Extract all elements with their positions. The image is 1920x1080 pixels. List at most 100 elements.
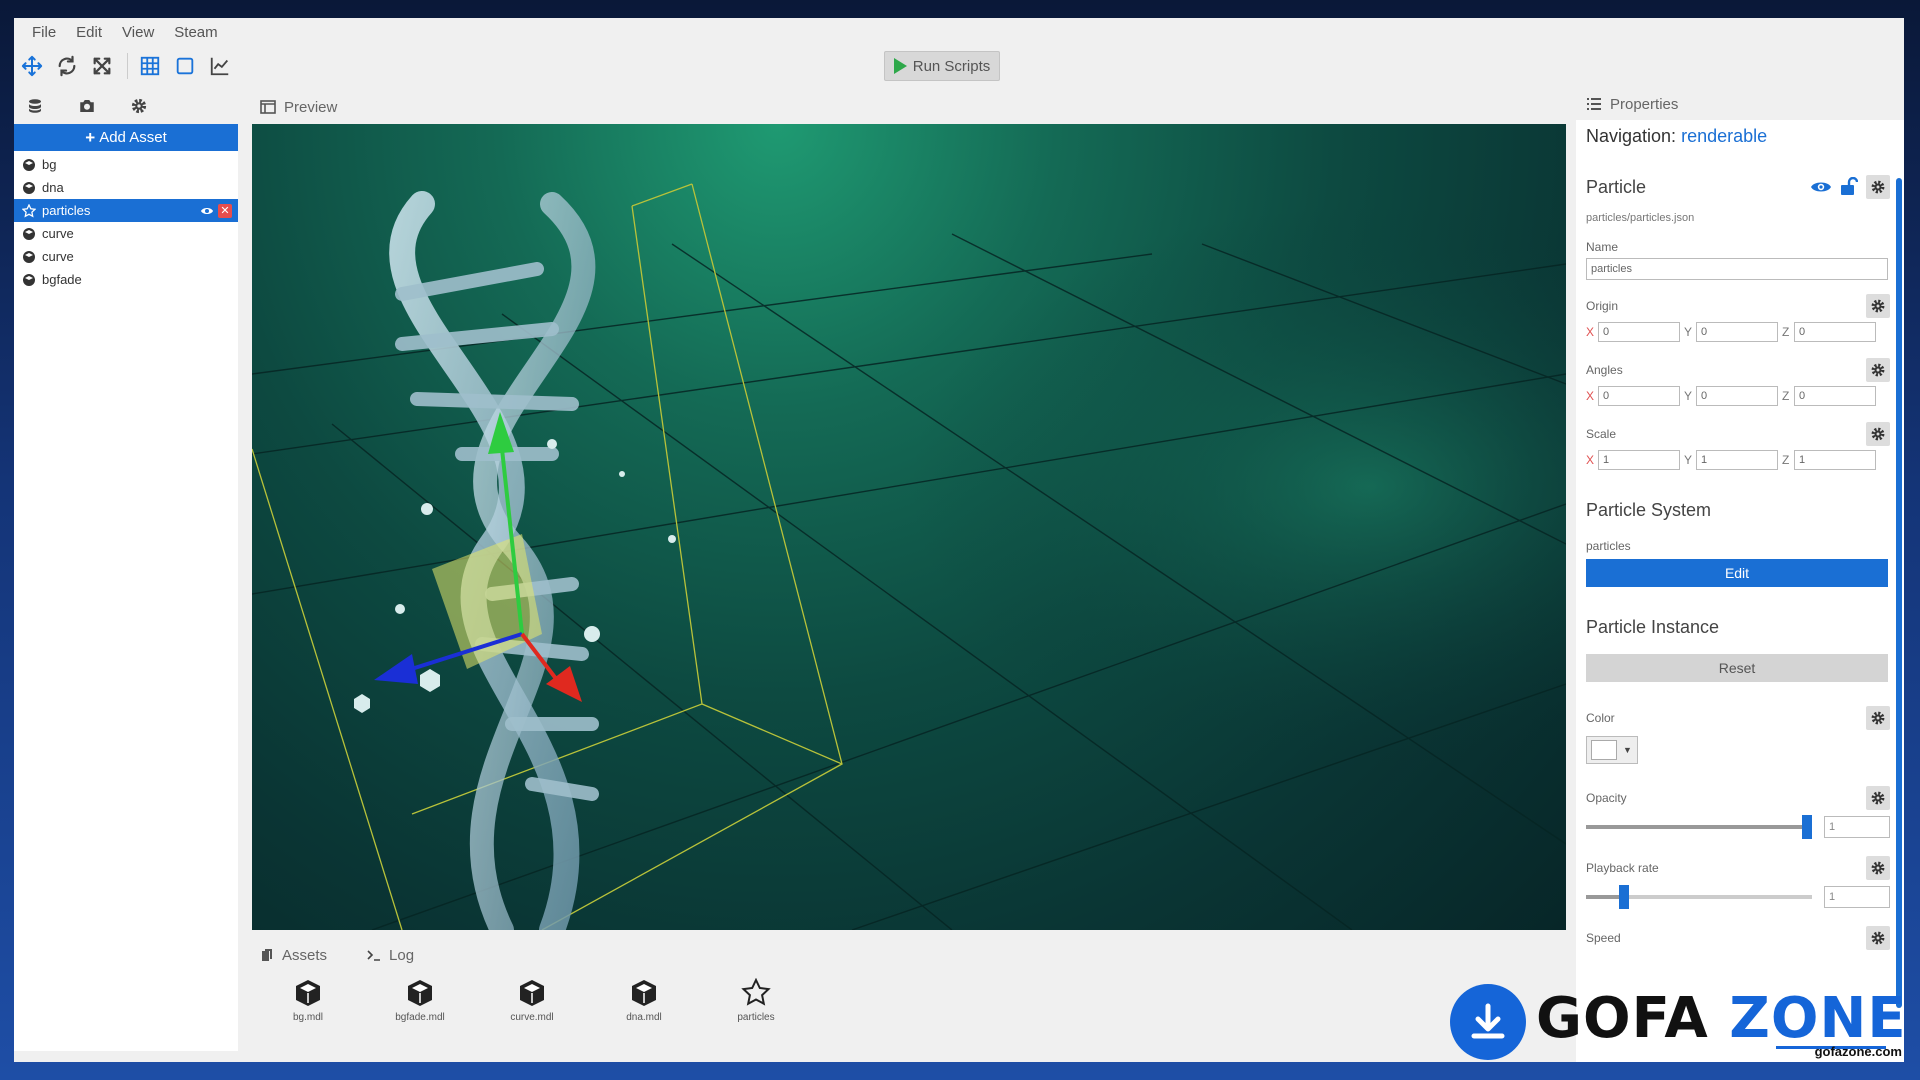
rotate-tool-button[interactable]	[51, 51, 83, 81]
graph-toggle-button[interactable]	[204, 51, 236, 81]
preview-tab-label: Preview	[284, 98, 338, 116]
scale-settings-button[interactable]	[1866, 422, 1890, 446]
list-item[interactable]: curve	[14, 222, 238, 245]
gear-icon	[1871, 931, 1885, 945]
origin-x-input[interactable]	[1598, 322, 1680, 342]
editor-window: File Edit View Steam Run Scripts + Add A…	[14, 18, 1904, 1062]
opacity-slider-thumb[interactable]	[1802, 815, 1813, 839]
eye-icon[interactable]	[200, 204, 214, 218]
angles-row: Angles	[1586, 358, 1890, 382]
axis-x-label: X	[1586, 325, 1595, 339]
angles-settings-button[interactable]	[1866, 358, 1890, 382]
tab-camera[interactable]	[72, 93, 102, 119]
box-icon	[176, 57, 194, 75]
list-item[interactable]: bg	[14, 153, 238, 176]
scale-tool-button[interactable]	[86, 51, 118, 81]
origin-z-input[interactable]	[1794, 322, 1876, 342]
playback-label: Playback rate	[1586, 861, 1659, 875]
list-item[interactable]: dna	[14, 176, 238, 199]
scale-inputs: X Y Z	[1586, 450, 1890, 470]
opacity-settings-button[interactable]	[1866, 786, 1890, 810]
asset-tile[interactable]: curve.mdl	[498, 978, 566, 1023]
remove-icon[interactable]: ✕	[218, 203, 232, 218]
opacity-row: Opacity	[1586, 786, 1890, 810]
move-tool-button[interactable]	[16, 51, 48, 81]
unlock-icon[interactable]	[1840, 177, 1858, 197]
opacity-input[interactable]	[1824, 816, 1890, 838]
assets-tab-label: Assets	[282, 946, 328, 964]
playback-slider[interactable]	[1586, 885, 1812, 909]
menu-file[interactable]: File	[22, 24, 66, 41]
add-asset-button[interactable]: + Add Asset	[14, 124, 238, 151]
navigation-link[interactable]: renderable	[1681, 126, 1767, 146]
star-icon	[22, 203, 36, 218]
layers-icon	[29, 99, 41, 113]
edit-button[interactable]: Edit	[1586, 559, 1888, 587]
origin-settings-button[interactable]	[1866, 294, 1890, 318]
gear-icon	[1871, 363, 1885, 377]
scale-y-input[interactable]	[1696, 450, 1778, 470]
gear-icon	[1871, 861, 1885, 875]
grid-toggle-button[interactable]	[134, 51, 166, 81]
angles-y-input[interactable]	[1696, 386, 1778, 406]
log-tab-label: Log	[389, 946, 415, 964]
bounds-toggle-button[interactable]	[169, 51, 201, 81]
asset-tile[interactable]: bg.mdl	[274, 978, 342, 1023]
particle-path: particles/particles.json	[1586, 212, 1695, 224]
plus-icon: +	[85, 127, 96, 147]
asset-tile[interactable]: bgfade.mdl	[386, 978, 454, 1023]
menu-view[interactable]: View	[112, 24, 164, 41]
cube-icon	[408, 980, 432, 1006]
asset-tile-label: bg.mdl	[292, 1012, 323, 1023]
particle-title: Particle	[1586, 176, 1647, 197]
tab-log[interactable]: Log	[367, 947, 414, 964]
gear-icon	[131, 98, 147, 114]
asset-label: dna	[42, 180, 64, 195]
asset-tile[interactable]: particles	[722, 978, 790, 1023]
color-settings-button[interactable]	[1866, 706, 1890, 730]
tab-preview[interactable]: Preview	[254, 94, 354, 120]
scene-viewport[interactable]	[252, 124, 1566, 930]
viewport-render	[252, 124, 1566, 930]
model-icon	[23, 158, 35, 171]
angles-z-input[interactable]	[1794, 386, 1876, 406]
speed-settings-button[interactable]	[1866, 926, 1890, 950]
playback-input[interactable]	[1824, 886, 1890, 908]
list-item[interactable]: bgfade	[14, 268, 238, 291]
camera-icon	[80, 100, 94, 112]
tab-assets[interactable]: Assets	[260, 947, 327, 964]
tab-settings[interactable]	[124, 93, 154, 119]
asset-tile-label: curve.mdl	[510, 1012, 554, 1023]
asset-browser: bg.mdl bgfade.mdl curve.mdl dna.mdl part…	[274, 978, 790, 1023]
gear-icon	[1871, 791, 1885, 805]
origin-y-input[interactable]	[1696, 322, 1778, 342]
particle-settings-button[interactable]	[1866, 175, 1890, 199]
scale-icon	[93, 57, 111, 75]
menubar: File Edit View Steam	[14, 18, 1904, 46]
menu-steam[interactable]: Steam	[164, 24, 227, 41]
rotate-icon	[58, 55, 76, 77]
playback-slider-thumb[interactable]	[1619, 885, 1630, 909]
opacity-slider[interactable]	[1586, 815, 1813, 839]
origin-row: Origin	[1586, 294, 1890, 318]
scene-asset-list: bg dna particles ✕ curve curve bgfade	[14, 151, 238, 1051]
asset-tile[interactable]: dna.mdl	[610, 978, 678, 1023]
scale-x-input[interactable]	[1598, 450, 1680, 470]
tab-layers[interactable]	[20, 93, 50, 119]
run-scripts-button[interactable]: Run Scripts	[884, 51, 1000, 81]
scale-z-input[interactable]	[1794, 450, 1876, 470]
list-item-selected[interactable]: particles ✕	[14, 199, 238, 222]
list-item[interactable]: curve	[14, 245, 238, 268]
color-picker[interactable]: ▼	[1586, 736, 1638, 764]
playback-settings-button[interactable]	[1866, 856, 1890, 880]
visibility-eye-icon[interactable]	[1810, 180, 1832, 194]
name-field[interactable]	[1586, 258, 1888, 280]
particle-system-title: Particle System	[1586, 500, 1712, 520]
reset-button[interactable]: Reset	[1586, 654, 1888, 682]
menu-edit[interactable]: Edit	[66, 24, 112, 41]
cube-icon	[632, 980, 656, 1006]
properties-tab-label: Properties	[1610, 95, 1679, 113]
tab-properties[interactable]: Properties	[1576, 88, 1904, 120]
angles-x-input[interactable]	[1598, 386, 1680, 406]
scale-label: Scale	[1586, 427, 1617, 441]
